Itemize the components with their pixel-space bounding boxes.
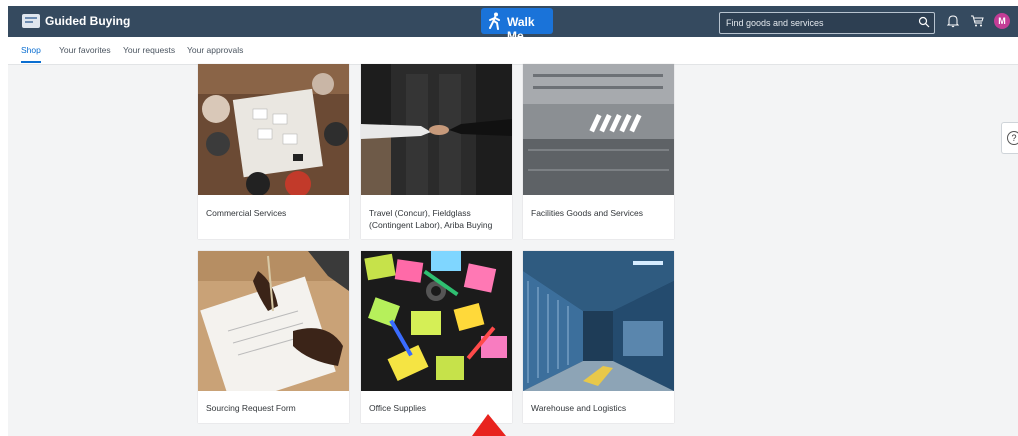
card-label: Facilities Goods and Services: [531, 208, 643, 218]
search-icon[interactable]: [918, 16, 930, 28]
card-label: Warehouse and Logistics: [531, 403, 627, 413]
tab-your-requests[interactable]: Your requests: [123, 45, 175, 55]
walkme-button[interactable]: Walk Me: [481, 8, 553, 43]
walking-person-icon: [489, 12, 500, 30]
handshake-door-image: [361, 64, 512, 195]
meeting-table-image: [198, 64, 349, 195]
shell-bar: Guided Buying Walk Me M: [8, 6, 1018, 43]
card-label: Travel (Concur), Fieldglass (Contingent …: [369, 208, 493, 230]
category-card-commercial-services[interactable]: Commercial Services: [198, 64, 349, 239]
warehouse-interior-image: [523, 251, 674, 391]
user-avatar[interactable]: M: [994, 13, 1010, 29]
category-card-warehouse[interactable]: Warehouse and Logistics: [523, 251, 674, 423]
category-card-sourcing-request[interactable]: Sourcing Request Form: [198, 251, 349, 423]
aerial-rooftop-image: [523, 64, 674, 195]
cart-icon[interactable]: [970, 14, 984, 28]
card-label: Commercial Services: [206, 208, 287, 218]
bell-icon[interactable]: [947, 14, 959, 28]
signing-document-image: [198, 251, 349, 391]
tab-your-favorites[interactable]: Your favorites: [59, 45, 111, 55]
help-icon: ?: [1007, 131, 1018, 145]
sticky-notes-image: [361, 251, 512, 391]
app-frame: Guided Buying Walk Me M Sho: [8, 6, 1018, 436]
active-tab-indicator: [21, 61, 41, 63]
tab-bar: Shop Your favorites Your requests Your a…: [8, 37, 1018, 65]
help-tab[interactable]: ?: [1001, 122, 1018, 154]
category-card-travel[interactable]: Travel (Concur), Fieldglass (Contingent …: [361, 64, 512, 239]
search-field[interactable]: [719, 12, 935, 34]
red-arrow-annotation: [472, 414, 506, 436]
tab-your-approvals[interactable]: Your approvals: [187, 45, 243, 55]
category-card-facilities[interactable]: Facilities Goods and Services: [523, 64, 674, 239]
card-label: Sourcing Request Form: [206, 403, 296, 413]
app-title[interactable]: Guided Buying: [45, 14, 130, 28]
app-logo[interactable]: [22, 14, 40, 28]
category-card-office-supplies[interactable]: Office Supplies: [361, 251, 512, 423]
search-input[interactable]: [726, 16, 906, 30]
tab-shop[interactable]: Shop: [21, 45, 41, 55]
